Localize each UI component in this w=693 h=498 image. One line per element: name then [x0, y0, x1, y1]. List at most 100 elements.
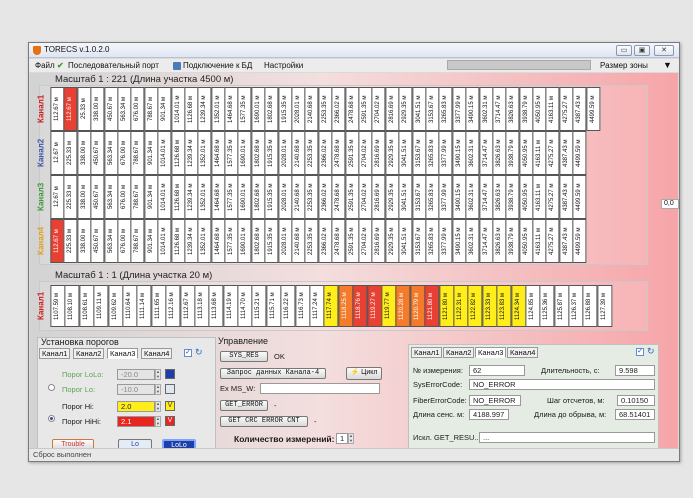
zone-cell[interactable]: 338.00 м [76, 131, 92, 175]
zone-cell[interactable]: 3153.67 м [411, 219, 426, 263]
zone-cell[interactable]: 1915.35 м [264, 175, 279, 219]
zone-cell[interactable]: 1239.34 м [197, 87, 212, 131]
zone-cell[interactable]: 450.67 м [90, 175, 105, 219]
zone-cell[interactable]: 3265.83 м [438, 87, 453, 131]
lolo-input[interactable]: -20.0 [117, 369, 155, 380]
zone-cell[interactable]: 4050.95 м [518, 219, 534, 263]
zoom-cell[interactable]: 1121.80 м [424, 285, 440, 327]
zoom-cell[interactable]: 1117.74 м [323, 285, 339, 327]
zone-cell[interactable]: 1690.01 м [237, 175, 252, 219]
zone-cell[interactable]: 2478.68 м [331, 175, 346, 219]
zone-cell[interactable]: 901.34 м [143, 131, 159, 175]
zone-cell[interactable]: 788.67 м [130, 175, 145, 219]
zone-cell[interactable]: 1014.01 м [170, 87, 185, 131]
zoom-cell[interactable]: 1115.21 м [251, 285, 267, 327]
zone-cell[interactable]: 1915.35 м [277, 87, 293, 131]
exms-input[interactable] [260, 383, 380, 394]
zone-cell[interactable]: 1352.01 м [197, 219, 212, 263]
zoom-cell[interactable]: 1109.62 м [107, 285, 123, 327]
menu-file[interactable]: Файл [35, 61, 55, 70]
zone-cell[interactable]: 2366.02 м [331, 87, 346, 131]
zoom-cell[interactable]: 1125.87 м [553, 285, 570, 327]
zone-cell[interactable]: 4163.11 м [545, 87, 560, 131]
zone-cell[interactable]: 25.33 м [76, 87, 92, 131]
refresh-icon[interactable]: ↻ [195, 348, 203, 357]
zone-cell[interactable]: 3602.31 м [465, 219, 480, 263]
zone-cell[interactable]: 563.34 м [103, 219, 118, 263]
zone-cell[interactable]: 1464.68 м [210, 175, 226, 219]
info-tab-3[interactable]: Канал3 [475, 347, 507, 358]
zone-cell[interactable]: 1014.01 м [157, 175, 172, 219]
zone-cell[interactable]: 2704.02 м [371, 87, 386, 131]
threshold-tab-4[interactable]: Канал4 [141, 348, 173, 359]
get-error-button[interactable]: GET_ERROR [220, 400, 268, 411]
zoom-cell[interactable]: 1119.27 м [366, 285, 382, 327]
refresh-icon[interactable]: ↻ [647, 347, 655, 356]
hi-color-swatch[interactable]: V [165, 401, 175, 411]
hi-group-radio[interactable] [48, 415, 55, 422]
zone-cell[interactable]: 2929.35 м [384, 219, 400, 263]
lolo-spinner[interactable]: ▲ ▼ [155, 369, 161, 380]
zone-cell[interactable]: 2253.35 м [304, 175, 319, 219]
zone-cell[interactable]: 3377.99 м [438, 131, 453, 175]
zoom-cell[interactable]: 1125.36 м [539, 285, 555, 327]
zone-cell[interactable]: 1014.01 м [157, 131, 172, 175]
zone-cell[interactable]: 3714.47 м [478, 131, 493, 175]
zone-cell[interactable]: 4499.59 м [572, 175, 587, 219]
zoom-cell[interactable]: 1116.73 м [294, 285, 311, 327]
zone-cell[interactable]: 2253.35 м [304, 219, 319, 263]
checkbox-icon[interactable]: ✓ [184, 349, 192, 357]
zone-cell[interactable]: 2478.68 м [331, 219, 346, 263]
zone-cell[interactable]: 676.00 м [130, 87, 145, 131]
zoom-cell[interactable]: 1121.80 м [438, 285, 454, 327]
zone-cell[interactable]: 338.00 м [90, 87, 105, 131]
zone-cell[interactable]: 3938.79 м [505, 131, 520, 175]
zoom-cell[interactable]: 1114.19 м [222, 285, 239, 327]
zone-cell[interactable]: 2929.35 м [384, 175, 400, 219]
lolo-color-swatch[interactable] [165, 369, 175, 379]
info-tab-4[interactable]: Канал4 [507, 347, 539, 358]
maximize-button[interactable]: ▣ [634, 45, 650, 56]
zone-cell[interactable]: 788.67 м [130, 131, 145, 175]
zoom-cell[interactable]: 1120.28 м [395, 285, 411, 327]
zoom-cell[interactable]: 1127.39 м [596, 285, 613, 327]
zone-cell[interactable]: 2816.69 м [384, 87, 400, 131]
menu-settings[interactable]: Настройки [264, 61, 303, 70]
zone-cell[interactable]: 3153.67 м [411, 175, 426, 219]
hihi-color-swatch[interactable]: V [165, 416, 175, 426]
count-spinner[interactable]: ▲ ▼ [348, 433, 354, 444]
zone-cell[interactable]: 4387.43 м [572, 87, 587, 131]
lo-color-swatch[interactable] [165, 384, 175, 394]
hihi-spinner[interactable]: ▲ ▼ [155, 416, 161, 427]
zone-cell[interactable]: 901.34 м [143, 175, 159, 219]
zone-cell[interactable]: 2816.69 м [371, 219, 386, 263]
zone-cell[interactable]: 3602.31 м [478, 87, 493, 131]
zone-cell[interactable]: 4275.27 м [545, 175, 560, 219]
info-tab-2[interactable]: Канал2 [443, 347, 475, 358]
zoom-cell[interactable]: 1123.33 м [481, 285, 498, 327]
zone-cell[interactable]: 3377.99 м [451, 87, 467, 131]
zoom-cell[interactable]: 1111.14 м [136, 285, 152, 327]
threshold-tab-3[interactable]: Канал3 [107, 348, 139, 359]
zone-cell[interactable]: 3153.67 м [411, 131, 426, 175]
zone-cell[interactable]: 788.67 м [143, 87, 159, 131]
zone-cell[interactable]: 4275.27 м [545, 131, 560, 175]
zone-cell[interactable]: 3490.15 м [451, 175, 467, 219]
zone-cell[interactable]: 2028.01 м [277, 219, 293, 263]
zone-cell[interactable]: 4499.59 м [572, 219, 587, 263]
request-data-button[interactable]: Запрос данных Канала-4 [220, 368, 326, 379]
zoom-cell[interactable]: 1112.16 м [165, 285, 181, 327]
zone-cell[interactable]: 4275.27 м [545, 219, 560, 263]
zone-cell[interactable]: 3714.47 м [478, 219, 493, 263]
zone-cell[interactable]: 3490.15 м [451, 219, 467, 263]
zone-cell[interactable]: 4050.95 м [518, 175, 534, 219]
zone-cell[interactable]: 2253.35 м [304, 131, 319, 175]
zone-cell[interactable]: 450.67 м [90, 219, 105, 263]
hi-spinner[interactable]: ▲ ▼ [155, 401, 161, 412]
zone-size-input[interactable] [447, 60, 591, 70]
count-input[interactable]: 1 [336, 433, 348, 444]
zoom-cell[interactable]: 1113.18 м [193, 285, 210, 327]
zone-cell[interactable]: 1464.68 м [210, 131, 226, 175]
zone-cell[interactable]: 1915.35 м [264, 131, 279, 175]
zoom-cell[interactable]: 1126.88 м [582, 285, 598, 327]
